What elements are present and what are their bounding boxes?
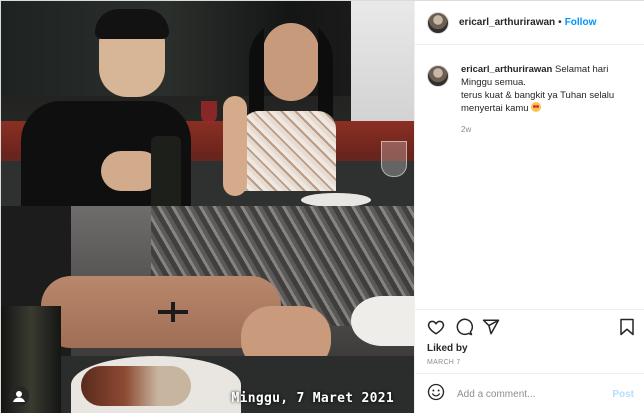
photo-date-text: Minggu, 7 Maret 2021 — [231, 391, 394, 406]
heart-icon[interactable] — [427, 318, 445, 336]
avatar[interactable] — [427, 11, 449, 34]
paper-plane-icon[interactable] — [482, 318, 500, 336]
header-username[interactable]: ericarl_arthurirawan — [459, 17, 555, 28]
action-bar — [415, 309, 644, 343]
smiling-face-with-heart-eyes-icon — [531, 102, 542, 112]
caption-comment: ericarl_arthurirawan Selamat hari Minggu… — [427, 63, 637, 136]
post-photo[interactable]: Minggu, 7 Maret 2021 — [1, 1, 414, 413]
post-date[interactable]: MARCH 7 — [427, 359, 461, 366]
caption-line-1: Selamat hari — [555, 64, 609, 75]
separator-dot: • — [558, 17, 562, 28]
photo-top-panel — [1, 1, 414, 206]
caption-line-3: terus kuat & bangkit ya Tuhan selalu — [461, 90, 615, 101]
tag-indicator-icon[interactable] — [9, 386, 29, 406]
post-button[interactable]: Post — [612, 389, 634, 400]
caption-body: ericarl_arthurirawan Selamat hari Minggu… — [461, 63, 614, 136]
follow-button[interactable]: Follow — [565, 17, 597, 28]
bookmark-icon[interactable] — [618, 318, 636, 336]
instagram-post-window: Minggu, 7 Maret 2021 ericarl_arthurirawa… — [0, 0, 644, 413]
caption-line-4: menyertai kamu — [461, 103, 529, 114]
post-header: ericarl_arthurirawan • Follow — [415, 1, 644, 45]
caption-username[interactable]: ericarl_arthurirawan — [461, 64, 552, 75]
photo-bottom-panel: Minggu, 7 Maret 2021 — [1, 206, 414, 413]
caption-line-2: Minggu semua. — [461, 77, 526, 88]
comment-input[interactable] — [457, 388, 613, 400]
comment-time-ago[interactable]: 2w — [461, 123, 614, 136]
comment-bubble-icon[interactable] — [455, 318, 473, 336]
add-comment-bar: Post — [415, 373, 644, 413]
avatar[interactable] — [427, 65, 449, 87]
post-details-panel: ericarl_arthurirawan • Follow ericarl_ar… — [414, 1, 644, 413]
likes-text[interactable]: Liked by — [427, 343, 468, 354]
smiley-icon[interactable] — [427, 383, 445, 406]
